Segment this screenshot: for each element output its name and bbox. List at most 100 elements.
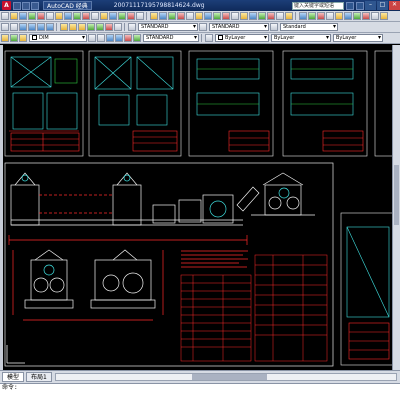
design-center-icon[interactable]: [69, 23, 77, 31]
mirror-icon[interactable]: [168, 12, 176, 20]
drawing-canvas[interactable]: [3, 45, 392, 370]
tab-layout1[interactable]: 布局1: [26, 372, 52, 382]
layer-isolate-icon[interactable]: [124, 34, 132, 42]
separator: [146, 12, 147, 20]
erase-icon[interactable]: [150, 12, 158, 20]
fillet-icon[interactable]: [276, 12, 284, 20]
maximize-button[interactable]: □: [377, 1, 388, 10]
table-style-icon: [270, 23, 278, 31]
table-icon[interactable]: [127, 12, 135, 20]
linetype-combo[interactable]: ByLayer: [271, 34, 331, 42]
workspace-selector[interactable]: AutoCAD 经典: [43, 1, 92, 10]
tool-palettes-icon[interactable]: [78, 23, 86, 31]
line-icon[interactable]: [1, 12, 9, 20]
properties-icon[interactable]: [60, 23, 68, 31]
leader-icon[interactable]: [371, 12, 379, 20]
region-icon[interactable]: [118, 12, 126, 20]
hatch-icon[interactable]: [100, 12, 108, 20]
layer-color-swatch: [32, 35, 37, 40]
gradient-icon[interactable]: [109, 12, 117, 20]
open-file-icon[interactable]: [22, 1, 30, 10]
layer-freeze-icon[interactable]: [19, 34, 27, 42]
zoom-window-icon[interactable]: [37, 23, 45, 31]
save-icon[interactable]: [31, 1, 39, 10]
sheet-set-icon[interactable]: [87, 23, 95, 31]
undo-icon[interactable]: [1, 23, 9, 31]
text-style-combo[interactable]: STANDARD: [138, 23, 198, 31]
visual-style-combo[interactable]: STANDARD: [143, 34, 199, 42]
stretch-icon[interactable]: [222, 12, 230, 20]
sheet-1-content: [9, 56, 80, 152]
close-button[interactable]: ✕: [389, 1, 400, 10]
redo-icon[interactable]: [10, 23, 18, 31]
dim-style-combo[interactable]: STANDARD: [209, 23, 269, 31]
calculator-icon[interactable]: [105, 23, 113, 31]
styles-toolbar: STANDARD STANDARD Standard: [0, 22, 400, 33]
zoom-previous-icon[interactable]: [46, 23, 54, 31]
zoom-realtime-icon[interactable]: [28, 23, 36, 31]
dim-aligned-icon[interactable]: [308, 12, 316, 20]
dim-angular-icon[interactable]: [335, 12, 343, 20]
horizontal-scrollbar[interactable]: [54, 373, 397, 381]
layer-on-icon[interactable]: [10, 34, 18, 42]
parts-list-table: [180, 254, 328, 362]
cad-drawing[interactable]: [3, 45, 392, 370]
rectangle-icon[interactable]: [37, 12, 45, 20]
explode-icon[interactable]: [285, 12, 293, 20]
vertical-scrollbar[interactable]: [392, 45, 400, 370]
spline-icon[interactable]: [55, 12, 63, 20]
new-file-icon[interactable]: [13, 1, 21, 10]
arc-icon[interactable]: [28, 12, 36, 20]
layer-manager-icon[interactable]: [1, 34, 9, 42]
match-layer-icon[interactable]: [115, 34, 123, 42]
scroll-thumb[interactable]: [191, 374, 267, 380]
minimize-button[interactable]: –: [365, 1, 376, 10]
pan-icon[interactable]: [19, 23, 27, 31]
autocad-logo-icon[interactable]: A: [2, 1, 11, 10]
help-toolbar-icon[interactable]: [114, 23, 122, 31]
layer-previous-icon[interactable]: [97, 34, 105, 42]
table-style-combo[interactable]: Standard: [280, 23, 338, 31]
rotate-icon[interactable]: [204, 12, 212, 20]
continue-icon[interactable]: [362, 12, 370, 20]
polyline-icon[interactable]: [10, 12, 18, 20]
lineweight-combo[interactable]: ByLayer: [333, 34, 383, 42]
qdim-icon[interactable]: [344, 12, 352, 20]
search-input[interactable]: 键入关键字或短语: [292, 1, 344, 10]
make-block-icon[interactable]: [82, 12, 90, 20]
polygon-icon[interactable]: [46, 12, 54, 20]
dim-linear-icon[interactable]: [299, 12, 307, 20]
command-line[interactable]: 命令:: [0, 383, 400, 400]
color-combo[interactable]: ByLayer: [215, 34, 269, 42]
tolerance-icon[interactable]: [380, 12, 388, 20]
move-icon[interactable]: [195, 12, 203, 20]
dim-radius-icon[interactable]: [317, 12, 325, 20]
sheet-3-content: [196, 58, 270, 152]
dim-diameter-icon[interactable]: [326, 12, 334, 20]
layer-combo[interactable]: DIM: [29, 34, 87, 42]
array-icon[interactable]: [186, 12, 194, 20]
baseline-icon[interactable]: [353, 12, 361, 20]
tab-model[interactable]: 模型: [2, 372, 25, 382]
extend-icon[interactable]: [240, 12, 248, 20]
make-current-icon[interactable]: [88, 34, 96, 42]
chamfer-icon[interactable]: [267, 12, 275, 20]
circle-icon[interactable]: [19, 12, 27, 20]
break-icon[interactable]: [249, 12, 257, 20]
layer-unisolate-icon[interactable]: [133, 34, 141, 42]
ellipse-icon[interactable]: [64, 12, 72, 20]
insert-block-icon[interactable]: [73, 12, 81, 20]
copy-icon[interactable]: [159, 12, 167, 20]
offset-icon[interactable]: [177, 12, 185, 20]
color-swatch: [218, 35, 223, 40]
search-icon[interactable]: [346, 1, 354, 10]
trim-icon[interactable]: [231, 12, 239, 20]
mtext-icon[interactable]: [136, 12, 144, 20]
scroll-thumb[interactable]: [394, 165, 399, 225]
help-icon[interactable]: [356, 1, 364, 10]
layer-states-icon[interactable]: [106, 34, 114, 42]
scale-icon[interactable]: [213, 12, 221, 20]
markup-icon[interactable]: [96, 23, 104, 31]
join-icon[interactable]: [258, 12, 266, 20]
point-icon[interactable]: [91, 12, 99, 20]
